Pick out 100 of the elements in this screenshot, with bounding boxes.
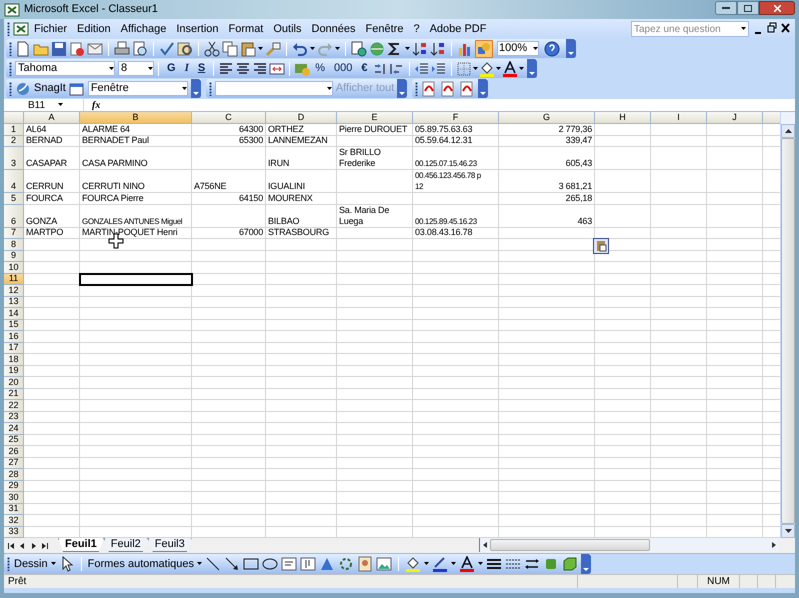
table-cell[interactable] [499,320,595,331]
table-cell[interactable] [337,193,413,204]
table-cell[interactable] [337,296,413,308]
table-cell[interactable] [266,515,337,526]
table-cell[interactable] [192,492,266,504]
table-cell[interactable] [595,377,651,388]
table-cell[interactable]: AL64 [24,124,80,136]
table-cell[interactable] [80,377,192,388]
table-cell[interactable] [707,239,763,250]
table-cell[interactable] [337,170,413,193]
row-header[interactable]: 25 [4,434,24,446]
table-cell[interactable] [24,469,80,480]
menu-item[interactable]: Adobe PDF [424,20,492,38]
row-header[interactable]: 32 [4,515,24,526]
table-cell[interactable] [499,354,595,366]
table-cell[interactable] [595,193,651,204]
menu-item[interactable]: Format [224,20,268,38]
menu-item[interactable]: Outils [268,20,306,38]
table-cell[interactable] [413,342,499,354]
table-cell[interactable] [499,296,595,308]
table-cell[interactable] [499,331,595,342]
decrease-indent-icon[interactable] [414,60,430,76]
table-cell[interactable] [266,320,337,331]
grip-handle-icon[interactable] [9,62,12,76]
table-cell[interactable] [266,480,337,492]
grip-handle-icon[interactable] [9,42,12,56]
table-cell[interactable] [24,480,80,492]
row-header[interactable]: 9 [4,250,24,262]
table-cell[interactable] [595,296,651,308]
table-cell[interactable]: CASAPAR [24,147,80,170]
toolbar-options-icon[interactable] [478,79,488,98]
table-cell[interactable] [192,480,266,492]
table-cell[interactable] [80,446,192,458]
table-cell[interactable] [192,458,266,469]
table-cell[interactable] [337,274,413,285]
table-cell[interactable] [24,331,80,342]
table-cell[interactable] [651,331,707,342]
table-cell[interactable]: 64300 [192,124,266,136]
pdf-document-icon[interactable] [459,80,476,96]
align-right-icon[interactable] [252,60,268,76]
table-cell[interactable] [266,331,337,342]
table-cell[interactable] [192,388,266,400]
menu-item[interactable]: Fenêtre [360,20,408,38]
table-cell[interactable]: Pierre DUROUET [337,124,413,136]
table-cell[interactable] [651,342,707,354]
table-cell[interactable] [707,515,763,526]
help-icon[interactable] [544,40,560,56]
table-cell[interactable] [192,250,266,262]
table-cell[interactable] [499,446,595,458]
table-cell[interactable] [192,204,266,228]
table-cell[interactable] [499,342,595,354]
table-cell[interactable] [499,377,595,388]
row-header[interactable]: 7 [4,228,24,239]
toolbar-options-icon[interactable] [581,554,592,574]
table-cell[interactable] [707,377,763,388]
paste-options-popup[interactable] [593,238,609,254]
table-cell[interactable]: ORTHEZ [266,124,337,136]
row-header[interactable]: 6 [4,204,24,228]
table-cell[interactable] [24,308,80,320]
table-cell[interactable] [413,308,499,320]
table-cell[interactable] [80,366,192,377]
row-header[interactable]: 22 [4,400,24,412]
sheet-tab[interactable]: Feuil1 [58,538,104,552]
table-cell[interactable] [80,285,192,296]
menu-item[interactable]: Fichier [29,20,72,38]
table-cell[interactable] [192,262,266,274]
table-cell[interactable] [266,492,337,504]
row-header[interactable]: 3 [4,147,24,170]
table-cell[interactable] [413,262,499,274]
table-cell[interactable]: GONZALES ANTUNES Miguel [80,204,192,228]
table-cell[interactable] [707,446,763,458]
table-cell[interactable] [651,446,707,458]
table-cell[interactable] [707,228,763,239]
table-cell[interactable] [192,515,266,526]
table-cell[interactable]: GONZA [24,204,80,228]
print-preview-icon[interactable] [132,40,148,56]
table-cell[interactable] [24,285,80,296]
table-cell[interactable] [595,480,651,492]
table-cell[interactable]: STRASBOURG [266,228,337,239]
table-cell[interactable]: 339,47 [499,136,595,147]
table-cell[interactable]: FOURCA [24,193,80,204]
table-cell[interactable] [651,412,707,423]
table-cell[interactable] [24,262,80,274]
scroll-up-button[interactable] [781,124,795,138]
table-cell[interactable] [595,170,651,193]
ellipse-icon[interactable] [262,556,278,572]
table-cell[interactable] [337,446,413,458]
table-cell[interactable] [413,250,499,262]
table-cell[interactable] [266,412,337,423]
table-cell[interactable] [337,434,413,446]
table-cell[interactable]: BERNAD [24,136,80,147]
table-cell[interactable] [651,193,707,204]
merge-center-icon[interactable] [269,60,286,76]
column-header[interactable]: G [499,112,595,123]
table-cell[interactable] [413,400,499,412]
table-cell[interactable] [651,469,707,480]
table-cell[interactable] [413,388,499,400]
table-cell[interactable] [80,434,192,446]
table-cell[interactable] [192,504,266,515]
table-cell[interactable] [499,515,595,526]
